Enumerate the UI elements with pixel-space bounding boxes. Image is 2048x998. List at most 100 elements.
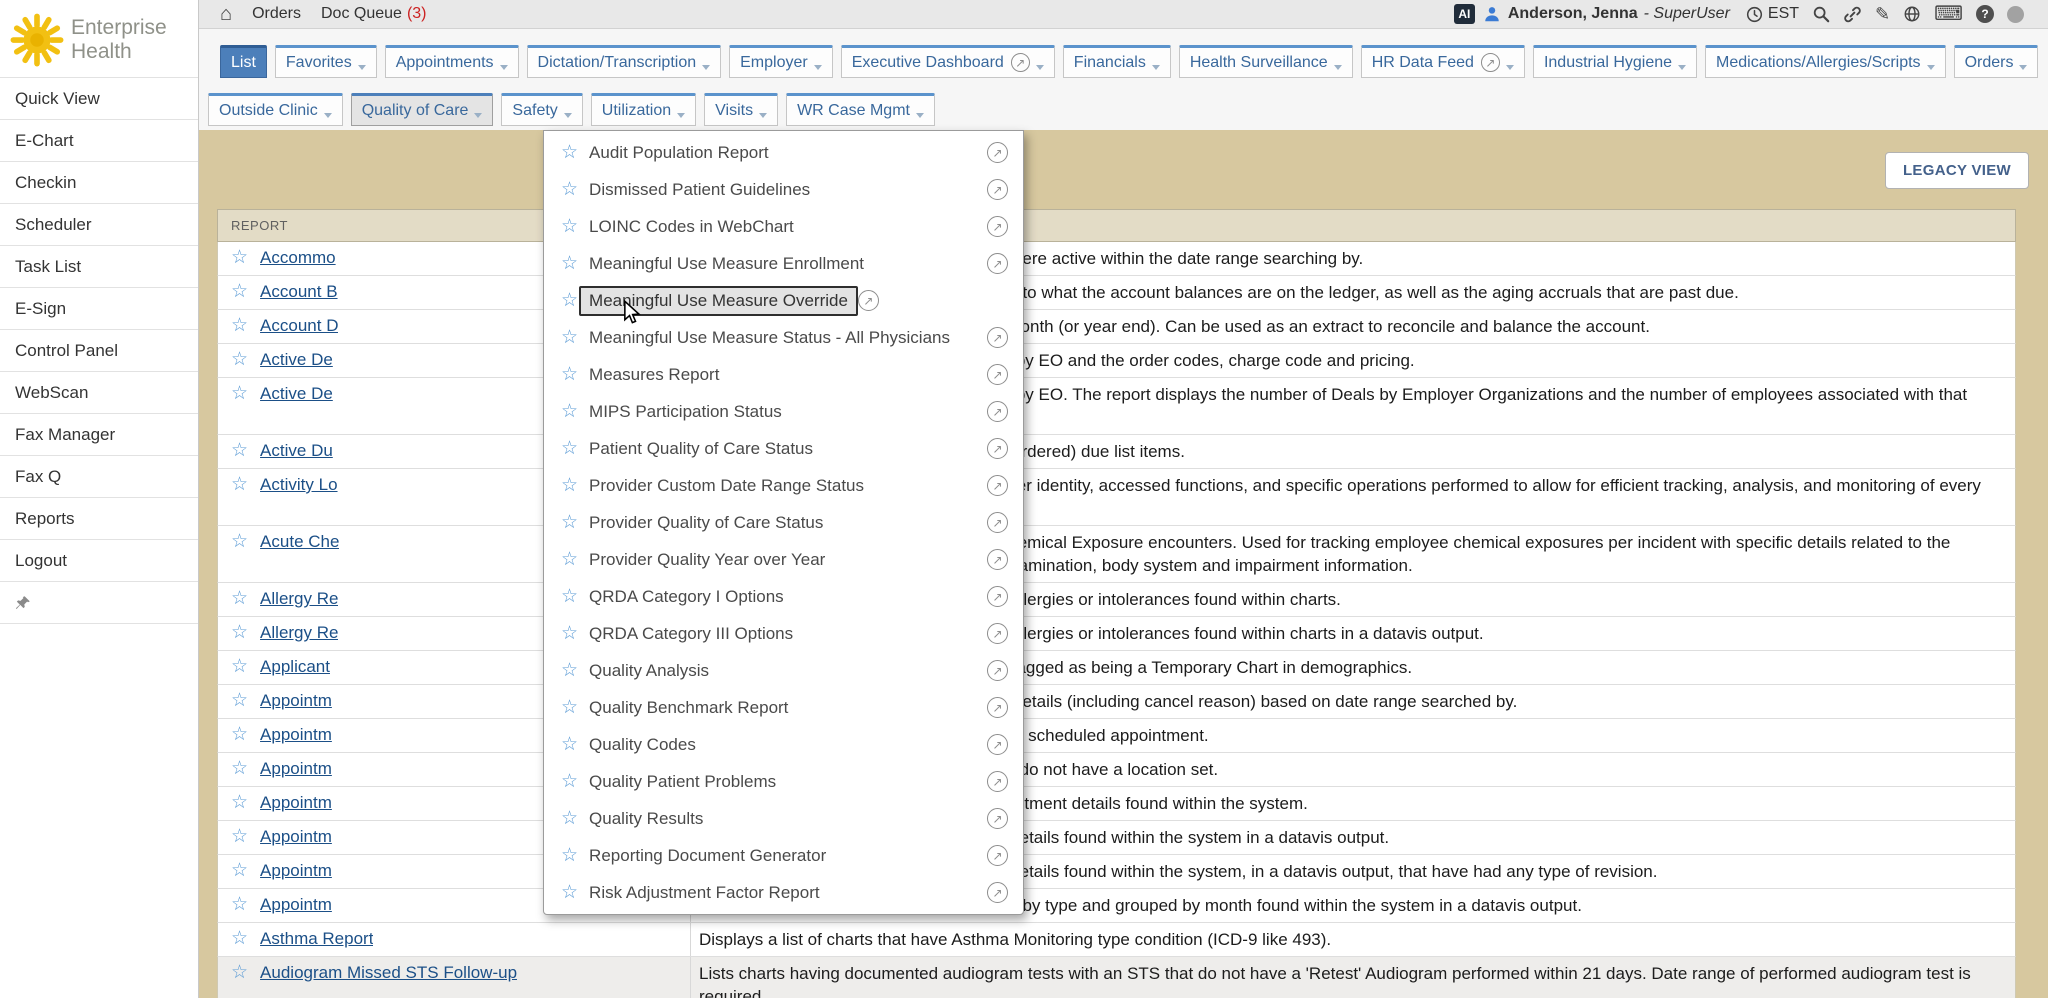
favorite-star-icon[interactable]: ☆ <box>561 807 578 830</box>
sidebar-item[interactable]: Reports <box>0 498 198 540</box>
dropdown-item[interactable]: ☆ MIPS Participation Status ↗ <box>544 393 1023 430</box>
favorite-star-icon[interactable]: ☆ <box>561 400 578 423</box>
tab[interactable]: Outside Clinic <box>208 93 343 126</box>
tab[interactable]: Health Surveillance <box>1179 45 1353 78</box>
open-in-new-icon[interactable]: ↗ <box>987 734 1008 755</box>
favorite-star-icon[interactable]: ☆ <box>561 252 578 275</box>
dropdown-item[interactable]: ☆ Risk Adjustment Factor Report ↗ <box>544 874 1023 911</box>
tab[interactable]: List <box>220 45 267 78</box>
dropdown-item[interactable]: ☆ Meaningful Use Measure Status - All Ph… <box>544 319 1023 356</box>
favorite-star-icon[interactable]: ☆ <box>561 733 578 756</box>
dropdown-item[interactable]: ☆ Provider Quality Year over Year ↗ <box>544 541 1023 578</box>
topbar-orders-link[interactable]: Orders <box>252 5 301 23</box>
status-circle-icon[interactable] <box>2007 6 2024 23</box>
dropdown-item[interactable]: ☆ Patient Quality of Care Status ↗ <box>544 430 1023 467</box>
favorite-star-icon[interactable]: ☆ <box>231 792 248 814</box>
report-link[interactable]: Active Du <box>260 440 333 462</box>
open-in-new-icon[interactable]: ↗ <box>858 290 879 311</box>
tab[interactable]: Visits <box>704 93 778 126</box>
favorite-star-icon[interactable]: ☆ <box>561 511 578 534</box>
dropdown-item[interactable]: ☆ Audit Population Report ↗ <box>544 134 1023 171</box>
favorite-star-icon[interactable]: ☆ <box>231 349 248 371</box>
tab[interactable]: Dictation/Transcription <box>527 45 722 78</box>
dropdown-item[interactable]: ☆ QRDA Category III Options ↗ <box>544 615 1023 652</box>
favorite-star-icon[interactable]: ☆ <box>231 758 248 780</box>
tab[interactable]: Executive Dashboard ↗ <box>841 45 1055 78</box>
report-link[interactable]: Appointm <box>260 894 332 916</box>
open-in-new-icon[interactable]: ↗ <box>987 364 1008 385</box>
user-name[interactable]: Anderson, Jenna <box>1508 5 1638 23</box>
open-in-new-icon[interactable]: ↗ <box>987 771 1008 792</box>
favorite-star-icon[interactable]: ☆ <box>231 860 248 882</box>
help-icon[interactable]: ? <box>1976 5 1994 23</box>
globe-icon[interactable] <box>1903 5 1921 23</box>
report-link[interactable]: Activity Lo <box>260 474 337 496</box>
favorite-star-icon[interactable]: ☆ <box>561 881 578 904</box>
report-link[interactable]: Active De <box>260 349 333 371</box>
clock-icon[interactable] <box>1746 6 1763 23</box>
dropdown-item[interactable]: ☆ Quality Codes ↗ <box>544 726 1023 763</box>
sidebar-item[interactable]: Checkin <box>0 162 198 204</box>
favorite-star-icon[interactable]: ☆ <box>231 894 248 916</box>
report-link[interactable]: Asthma Report <box>260 928 373 950</box>
favorite-star-icon[interactable]: ☆ <box>231 928 248 950</box>
favorite-star-icon[interactable]: ☆ <box>231 690 248 712</box>
sidebar-pin-row[interactable] <box>0 582 198 624</box>
open-in-new-icon[interactable]: ↗ <box>987 512 1008 533</box>
report-link[interactable]: Allergy Re <box>260 588 338 610</box>
dropdown-item[interactable]: ☆ Provider Quality of Care Status ↗ <box>544 504 1023 541</box>
open-in-new-icon[interactable]: ↗ <box>987 401 1008 422</box>
tab[interactable]: Financials <box>1063 45 1171 78</box>
open-in-new-icon[interactable]: ↗ <box>987 697 1008 718</box>
open-in-new-icon[interactable]: ↗ <box>987 216 1008 237</box>
keyboard-icon[interactable]: ⌨ <box>1934 4 1963 24</box>
report-link[interactable]: Appointm <box>260 792 332 814</box>
ai-badge[interactable]: AI <box>1454 4 1475 24</box>
dropdown-item[interactable]: ☆ Quality Results ↗ <box>544 800 1023 837</box>
sidebar-item[interactable]: Control Panel <box>0 330 198 372</box>
open-in-new-icon[interactable]: ↗ <box>987 660 1008 681</box>
tab[interactable]: Safety <box>501 93 582 126</box>
report-link[interactable]: Appointm <box>260 860 332 882</box>
favorite-star-icon[interactable]: ☆ <box>231 622 248 644</box>
open-in-new-icon[interactable]: ↗ <box>987 327 1008 348</box>
search-icon[interactable] <box>1812 5 1830 23</box>
dropdown-item[interactable]: ☆ Dismissed Patient Guidelines ↗ <box>544 171 1023 208</box>
dropdown-item[interactable]: ☆ Quality Patient Problems ↗ <box>544 763 1023 800</box>
favorite-star-icon[interactable]: ☆ <box>231 247 248 269</box>
report-link[interactable]: Account D <box>260 315 338 337</box>
tab[interactable]: Utilization <box>591 93 696 126</box>
report-link[interactable]: Appointm <box>260 826 332 848</box>
favorite-star-icon[interactable]: ☆ <box>561 178 578 201</box>
favorite-star-icon[interactable]: ☆ <box>231 588 248 610</box>
favorite-star-icon[interactable]: ☆ <box>231 656 248 678</box>
sidebar-item[interactable]: Task List <box>0 246 198 288</box>
tab[interactable]: Appointments <box>385 45 519 78</box>
favorite-star-icon[interactable]: ☆ <box>231 281 248 303</box>
favorite-star-icon[interactable]: ☆ <box>231 962 248 984</box>
report-link[interactable]: Appointm <box>260 724 332 746</box>
open-in-new-icon[interactable]: ↗ <box>987 549 1008 570</box>
report-link[interactable]: Audiogram Missed STS Follow-up <box>260 962 517 984</box>
link-icon[interactable] <box>1843 5 1862 24</box>
tab[interactable]: Favorites <box>275 45 377 78</box>
favorite-star-icon[interactable]: ☆ <box>231 826 248 848</box>
home-icon[interactable]: ⌂ <box>220 4 232 24</box>
open-in-new-icon[interactable]: ↗ <box>987 808 1008 829</box>
open-in-new-icon[interactable]: ↗ <box>987 438 1008 459</box>
report-link[interactable]: Accommo <box>260 247 336 269</box>
sidebar-item[interactable]: E-Sign <box>0 288 198 330</box>
sidebar-item[interactable]: Scheduler <box>0 204 198 246</box>
favorite-star-icon[interactable]: ☆ <box>561 474 578 497</box>
dropdown-item[interactable]: ☆ Meaningful Use Measure Override ↗ <box>544 282 1023 319</box>
sidebar-item[interactable]: Fax Manager <box>0 414 198 456</box>
report-link[interactable]: Allergy Re <box>260 622 338 644</box>
legacy-view-button[interactable]: LEGACY VIEW <box>1885 152 2029 189</box>
favorite-star-icon[interactable]: ☆ <box>561 326 578 349</box>
favorite-star-icon[interactable]: ☆ <box>561 696 578 719</box>
favorite-star-icon[interactable]: ☆ <box>561 289 578 312</box>
open-in-new-icon[interactable]: ↗ <box>987 179 1008 200</box>
report-link[interactable]: Active De <box>260 383 333 405</box>
favorite-star-icon[interactable]: ☆ <box>561 437 578 460</box>
tab[interactable]: Orders <box>1954 45 2039 78</box>
